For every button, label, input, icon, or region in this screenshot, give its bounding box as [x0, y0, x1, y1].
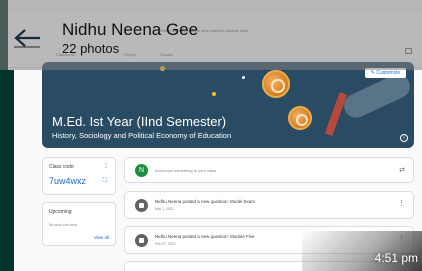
info-icon[interactable]: i — [400, 134, 408, 142]
class-code-value: 7uw4wxz — [49, 176, 87, 186]
announce-placeholder: Announce something to your class — [155, 168, 217, 173]
diploma-scroll-illustration — [340, 70, 414, 122]
post-date: Feb 27, 2022 — [155, 242, 176, 246]
view-all-link[interactable]: View all — [94, 235, 109, 240]
avatar: N — [135, 164, 148, 177]
fullscreen-icon[interactable]: ⛶ — [103, 178, 107, 185]
back-arrow-icon[interactable] — [12, 28, 42, 48]
question-icon — [135, 234, 148, 247]
announce-box[interactable]: N Announce something to your class ⇄ — [124, 157, 414, 183]
class-code-card: Class code ⋮ 7uw4wxz ⛶ — [42, 157, 116, 195]
viewer-header: Nidhu Neena Gee 22 photos — [0, 0, 422, 70]
timestamp: 4:51 pm — [374, 251, 418, 265]
album-title: Nidhu Neena Gee — [62, 20, 199, 39]
question-icon — [135, 199, 148, 212]
upcoming-label: Upcoming — [49, 209, 72, 215]
post-title: Nidhu Neena posted a new question: Modul… — [155, 234, 255, 239]
decoration-dot — [242, 76, 245, 79]
left-edge-shadow — [0, 70, 14, 271]
class-subtitle: History, Sociology and Political Economy… — [52, 131, 232, 140]
photo-count: 22 photos — [62, 41, 120, 56]
class-title: M.Ed. Ist Year (IInd Semester) — [52, 114, 227, 129]
more-options-icon[interactable]: ⋮ — [398, 199, 405, 207]
upcoming-empty-text: No work due soon — [49, 223, 78, 227]
more-options-icon[interactable]: ⋮ — [103, 162, 109, 169]
stream-post[interactable]: Nidhu Neena posted a new question: Model… — [124, 191, 414, 219]
post-title: Nidhu Neena posted a new question: Model… — [155, 199, 256, 204]
post-date: Mar 1, 2022 — [155, 207, 174, 211]
upcoming-card: Upcoming No work due soon View all — [42, 202, 116, 246]
coin-illustration — [262, 70, 290, 98]
class-banner: M.Ed. Ist Year (IInd Semester) History, … — [42, 62, 414, 148]
coin-illustration — [288, 106, 312, 130]
decoration-dot — [212, 92, 216, 96]
customize-label: Customize — [376, 70, 400, 76]
class-code-label: Class code — [49, 164, 74, 170]
ribbon-illustration — [324, 91, 348, 137]
repost-icon[interactable]: ⇄ — [399, 166, 405, 174]
